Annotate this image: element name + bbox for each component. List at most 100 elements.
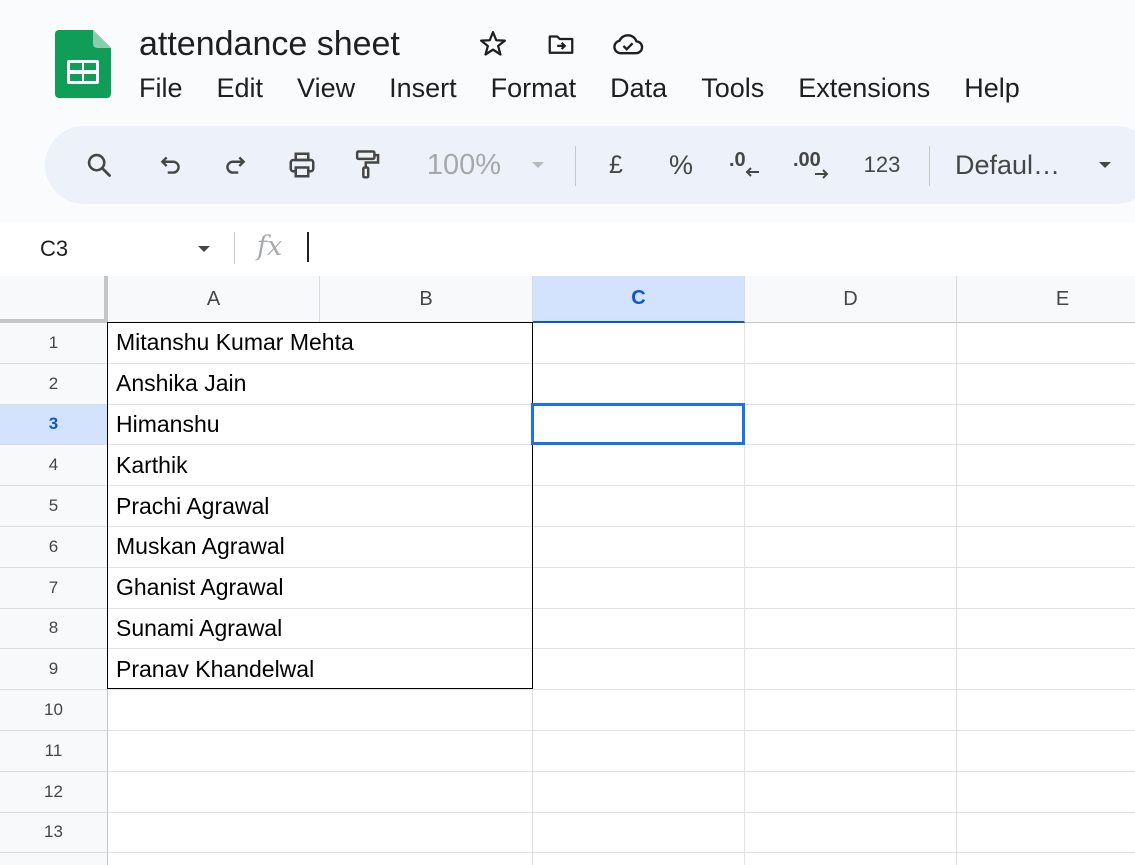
select-all-corner[interactable] bbox=[0, 276, 108, 323]
cell-e11[interactable] bbox=[957, 731, 1135, 772]
cell-a11[interactable] bbox=[108, 731, 320, 772]
cell-d7[interactable] bbox=[745, 567, 957, 609]
cell-c6[interactable] bbox=[533, 527, 745, 568]
row-header-12[interactable]: 12 bbox=[0, 771, 108, 813]
cell-d6[interactable] bbox=[745, 527, 957, 568]
row-header-6[interactable]: 6 bbox=[0, 527, 108, 568]
cell-d3[interactable] bbox=[745, 404, 957, 446]
cell-e6[interactable] bbox=[957, 527, 1135, 568]
cell-a2[interactable]: Anshika Jain bbox=[108, 364, 320, 405]
cell-e1[interactable] bbox=[957, 323, 1135, 364]
cell-b11[interactable] bbox=[320, 731, 533, 772]
cell-a5[interactable]: Prachi Agrawal bbox=[108, 486, 320, 527]
row-header-5[interactable]: 5 bbox=[0, 486, 108, 527]
menu-file[interactable]: File bbox=[123, 69, 199, 108]
cell-c11[interactable] bbox=[533, 731, 745, 772]
cell-c12[interactable] bbox=[533, 771, 745, 813]
zoom-select[interactable]: 100% bbox=[419, 126, 509, 204]
redo-icon[interactable] bbox=[215, 126, 255, 204]
menu-tools[interactable]: Tools bbox=[685, 69, 780, 108]
decrease-decimal-icon[interactable]: .0 bbox=[723, 126, 767, 204]
cell-b8[interactable] bbox=[320, 608, 533, 650]
cell-e4[interactable] bbox=[957, 445, 1135, 487]
cell-b12[interactable] bbox=[320, 771, 533, 813]
name-box-dropdown-icon[interactable] bbox=[192, 234, 216, 264]
cell-d2[interactable] bbox=[745, 363, 957, 405]
row-header-13[interactable]: 13 bbox=[0, 812, 108, 854]
cell-e14[interactable] bbox=[957, 853, 1135, 865]
menu-help[interactable]: Help bbox=[948, 69, 1036, 108]
more-formats-button[interactable]: 123 bbox=[857, 126, 907, 204]
format-currency-button[interactable]: £ bbox=[601, 126, 631, 204]
row-header-14[interactable]: 14 bbox=[0, 853, 108, 865]
name-box[interactable]: C3 bbox=[40, 236, 68, 262]
cell-a6[interactable]: Muskan Agrawal bbox=[108, 527, 320, 568]
sheets-logo-icon[interactable] bbox=[55, 30, 111, 98]
cell-e3[interactable] bbox=[957, 405, 1135, 446]
cell-c1[interactable] bbox=[533, 323, 745, 364]
font-dropdown-icon[interactable] bbox=[1091, 126, 1119, 204]
cell-d9[interactable] bbox=[745, 649, 957, 691]
cell-a1[interactable]: Mitanshu Kumar Mehta bbox=[108, 323, 354, 364]
cell-b5[interactable] bbox=[320, 486, 533, 527]
cell-e7[interactable] bbox=[957, 568, 1135, 609]
cell-d8[interactable] bbox=[745, 608, 957, 650]
row-header-2[interactable]: 2 bbox=[0, 363, 108, 405]
cell-a7[interactable]: Ghanist Agrawal bbox=[108, 568, 320, 609]
column-header-e[interactable]: E bbox=[957, 276, 1135, 323]
cell-c13[interactable] bbox=[533, 812, 745, 854]
column-header-d[interactable]: D bbox=[745, 276, 957, 323]
row-header-10[interactable]: 10 bbox=[0, 690, 108, 731]
cell-a14[interactable] bbox=[108, 853, 320, 865]
menu-insert[interactable]: Insert bbox=[373, 69, 473, 108]
cell-c14[interactable] bbox=[533, 853, 745, 865]
cell-a13[interactable] bbox=[108, 813, 320, 854]
row-header-7[interactable]: 7 bbox=[0, 567, 108, 609]
cell-c10[interactable] bbox=[533, 690, 745, 731]
column-header-a[interactable]: A bbox=[108, 276, 320, 323]
cell-b3[interactable] bbox=[320, 404, 533, 446]
formula-input[interactable] bbox=[300, 230, 1120, 268]
cell-b7[interactable] bbox=[320, 567, 533, 609]
row-header-9[interactable]: 9 bbox=[0, 649, 108, 691]
cell-d10[interactable] bbox=[745, 690, 957, 731]
cell-c3[interactable] bbox=[533, 404, 745, 446]
cell-d4[interactable] bbox=[745, 445, 957, 487]
cell-b6[interactable] bbox=[320, 527, 533, 568]
cell-e13[interactable] bbox=[957, 813, 1135, 854]
cell-a12[interactable] bbox=[108, 772, 320, 813]
format-percent-button[interactable]: % bbox=[665, 126, 697, 204]
cell-c9[interactable] bbox=[533, 649, 745, 691]
move-folder-icon[interactable] bbox=[543, 26, 579, 62]
column-header-c[interactable]: C bbox=[533, 276, 745, 323]
cell-e12[interactable] bbox=[957, 772, 1135, 813]
cell-d5[interactable] bbox=[745, 486, 957, 527]
cell-c2[interactable] bbox=[533, 363, 745, 405]
cell-a9[interactable]: Pranav Khandelwal bbox=[108, 649, 320, 691]
font-family-select[interactable]: Defaul… bbox=[955, 126, 1075, 204]
cell-b9[interactable] bbox=[320, 649, 533, 691]
cloud-saved-icon[interactable] bbox=[610, 26, 646, 62]
cell-b10[interactable] bbox=[320, 690, 533, 731]
cell-e8[interactable] bbox=[957, 609, 1135, 650]
star-icon[interactable] bbox=[475, 26, 511, 62]
cell-c7[interactable] bbox=[533, 567, 745, 609]
menu-format[interactable]: Format bbox=[475, 69, 593, 108]
row-header-8[interactable]: 8 bbox=[0, 608, 108, 650]
cell-e9[interactable] bbox=[957, 649, 1135, 691]
cell-c5[interactable] bbox=[533, 486, 745, 527]
search-menus-icon[interactable] bbox=[79, 126, 119, 204]
cell-d14[interactable] bbox=[745, 853, 957, 865]
print-icon[interactable] bbox=[280, 126, 324, 204]
cell-c4[interactable] bbox=[533, 445, 745, 487]
cell-a3[interactable]: Himanshu bbox=[108, 405, 320, 446]
cell-a10[interactable] bbox=[108, 690, 320, 731]
menu-data[interactable]: Data bbox=[594, 69, 683, 108]
cell-b14[interactable] bbox=[320, 853, 533, 865]
cell-e10[interactable] bbox=[957, 690, 1135, 731]
column-header-b[interactable]: B bbox=[320, 276, 533, 323]
row-header-11[interactable]: 11 bbox=[0, 731, 108, 772]
cell-e5[interactable] bbox=[957, 486, 1135, 527]
cell-b13[interactable] bbox=[320, 812, 533, 854]
cell-d12[interactable] bbox=[745, 771, 957, 813]
